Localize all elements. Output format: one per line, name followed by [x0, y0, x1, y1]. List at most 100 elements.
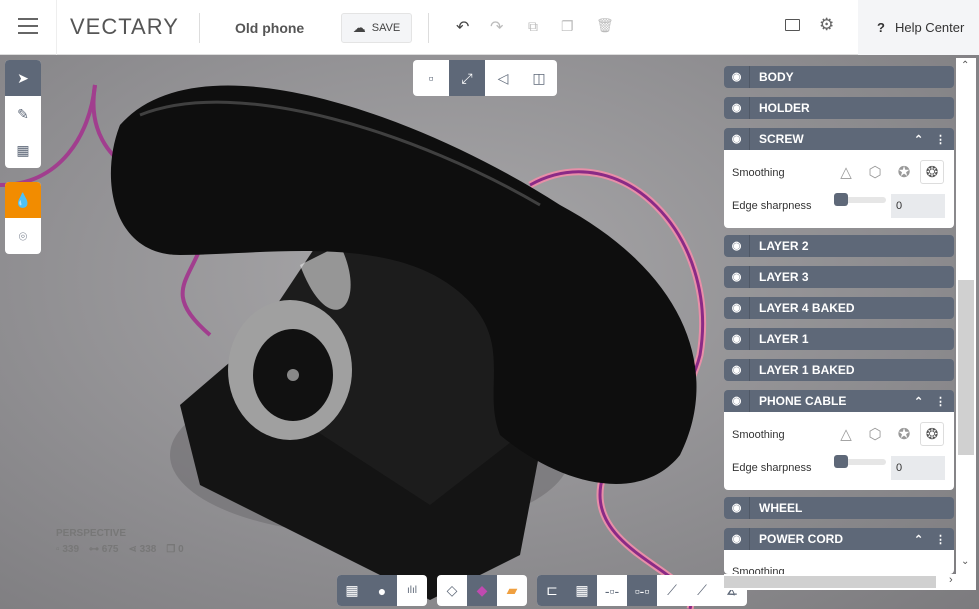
collapse-icon[interactable]: ⌃ [914, 533, 923, 546]
mesh-stats: ▫ 339 ⊶ 675 ⋖ 338 ❐ 0 [56, 544, 184, 555]
edge-sharpness-input[interactable]: 0 [891, 194, 945, 218]
eye-icon[interactable]: ◉ [724, 128, 750, 150]
faces-count: ▫ 339 [56, 544, 80, 555]
primitives-cube-icon[interactable]: ▦ [5, 132, 41, 168]
scroll-down-icon[interactable]: ⌄ [961, 556, 969, 567]
magnet-icon[interactable]: ⊏ [537, 575, 567, 606]
eye-icon[interactable]: ◉ [724, 266, 750, 288]
snap-grid-icon[interactable]: ▦ [567, 575, 597, 606]
pen-tool-icon[interactable]: ✎ [5, 96, 41, 132]
layer-layer-2[interactable]: ◉ LAYER 2 [724, 235, 954, 257]
scroll-up-icon[interactable]: ⌃ [961, 60, 969, 71]
collapse-icon[interactable]: ⌃ [914, 133, 923, 146]
shaded-icon[interactable]: ◆ [467, 575, 497, 606]
collapse-icon[interactable]: ⌃ [914, 395, 923, 408]
eye-icon[interactable]: ◉ [724, 97, 750, 119]
smoothing-none-icon[interactable]: △ [834, 422, 858, 446]
smoothing-high-icon[interactable]: ❂ [920, 160, 944, 184]
layer-screw-settings: Smoothing △ ⬡ ✪ ❂ Edge sharpness 0 [724, 150, 954, 228]
eye-icon[interactable]: ◉ [724, 528, 750, 550]
layer-layer-1-baked[interactable]: ◉ LAYER 1 BAKED [724, 359, 954, 381]
layer-layer-3[interactable]: ◉ LAYER 3 [724, 266, 954, 288]
vertical-scrollbar[interactable]: ⌃ ⌄ [956, 58, 976, 574]
scroll-thumb[interactable] [958, 280, 974, 455]
layer-body[interactable]: ◉ BODY [724, 66, 954, 88]
smoothing-low-icon[interactable]: ⬡ [863, 422, 887, 446]
more-icon[interactable]: ⋮ [935, 533, 946, 546]
redo-icon[interactable]: ↷ [490, 17, 503, 37]
eye-icon[interactable]: ◉ [724, 359, 750, 381]
more-icon[interactable]: ⋮ [935, 395, 946, 408]
layer-screw[interactable]: ◉ SCREW ⌃ ⋮ [724, 128, 954, 150]
grid-icon[interactable]: ▦ [337, 575, 367, 606]
edge-sharpness-slider[interactable] [834, 193, 886, 206]
horizontal-scrollbar[interactable]: › [724, 574, 976, 590]
smoothing-high-icon[interactable]: ❂ [920, 422, 944, 446]
eye-icon[interactable]: ◉ [724, 297, 750, 319]
eye-icon[interactable]: ◉ [724, 328, 750, 350]
layer-layer-1[interactable]: ◉ LAYER 1 [724, 328, 954, 350]
vertex-mode-icon[interactable]: ▫ [413, 60, 449, 96]
face-mode-icon[interactable]: ◁ [485, 60, 521, 96]
help-center-button[interactable]: ? Help Center [858, 0, 979, 55]
layer-layer-4-baked[interactable]: ◉ LAYER 4 BAKED [724, 297, 954, 319]
menu-icon[interactable] [18, 18, 38, 34]
edge-sharpness-slider[interactable] [834, 455, 886, 468]
snap-toolbar: ⊏ ▦ -▫- ▫-▫ ⟋ ⟋ ∡ [537, 575, 747, 606]
layer-wheel[interactable]: ◉ WHEEL [724, 497, 954, 519]
select-tool-icon[interactable]: ➤ [5, 60, 41, 96]
camera-label: PERSPECTIVE [56, 528, 127, 539]
edge-mode-icon[interactable]: ⤢ [449, 60, 485, 96]
layer-power-cord-settings: Smoothing [724, 550, 954, 574]
layer-holder[interactable]: ◉ HOLDER [724, 97, 954, 119]
monitor-icon[interactable] [785, 19, 800, 31]
more-icon[interactable]: ⋮ [935, 133, 946, 146]
duplicate-icon[interactable]: ⧉ [528, 18, 538, 35]
gear-icon[interactable]: ⚙ [819, 15, 834, 35]
material-drop-icon[interactable]: 💧 [5, 182, 41, 218]
smoothing-low-icon[interactable]: ⬡ [863, 160, 887, 184]
logo[interactable]: VECTARY [70, 14, 179, 40]
tool-palette: ➤ ✎ ▦ [5, 60, 41, 168]
snap-edge-icon[interactable]: ▫-▫ [627, 575, 657, 606]
snap-vertex-icon[interactable]: -▫- [597, 575, 627, 606]
snap-steps-icon[interactable]: ⟋ [687, 575, 717, 606]
scroll-thumb[interactable] [724, 576, 936, 588]
trash-icon[interactable]: 🗑 [596, 17, 614, 34]
render-mode-toolbar: ◇ ◆ ▰ [437, 575, 527, 606]
snap-midpoint-icon[interactable]: ⟋ [657, 575, 687, 606]
project-name[interactable]: Old phone [235, 20, 304, 36]
copy-icon[interactable]: ❐ [561, 18, 574, 35]
edges-count: ⊶ 675 [89, 544, 119, 555]
question-icon: ? [877, 20, 885, 35]
layer-phone-cable-settings: Smoothing △ ⬡ ✪ ❂ Edge sharpness 0 [724, 412, 954, 490]
eye-icon[interactable]: ◉ [724, 497, 750, 519]
smoothing-none-icon[interactable]: △ [834, 160, 858, 184]
cloud-upload-icon: ☁ [352, 20, 366, 35]
wireframe-icon[interactable]: ◇ [437, 575, 467, 606]
edge-sharpness-input[interactable]: 0 [891, 456, 945, 480]
layer-phone-cable[interactable]: ◉ PHONE CABLE ⌃ ⋮ [724, 390, 954, 412]
slider-knob[interactable] [834, 193, 848, 206]
flat-icon[interactable]: ▰ [497, 575, 527, 606]
material-palette: 💧 ⌾ [5, 182, 41, 254]
object-mode-icon[interactable]: ◫ [521, 60, 557, 96]
eye-icon[interactable]: ◉ [724, 235, 750, 257]
display-toolbar: ▦ ● ılıl [337, 575, 427, 606]
save-button[interactable]: ☁ SAVE [341, 13, 412, 43]
objects-count: ❐ 0 [166, 544, 184, 555]
scroll-right-icon[interactable]: › [949, 574, 953, 586]
light-icon[interactable]: ● [367, 575, 397, 606]
smoothing-medium-icon[interactable]: ✪ [892, 160, 916, 184]
ruler-icon[interactable]: ılıl [397, 575, 427, 606]
smoothing-medium-icon[interactable]: ✪ [892, 422, 916, 446]
undo-icon[interactable]: ↶ [456, 17, 469, 37]
layer-power-cord[interactable]: ◉ POWER CORD ⌃ ⋮ [724, 528, 954, 550]
top-bar: VECTARY Old phone ☁ SAVE ↶ ↷ ⧉ ❐ 🗑 ⚙ ? Hel… [0, 0, 979, 55]
focus-icon[interactable]: ⌾ [5, 218, 41, 254]
eye-icon[interactable]: ◉ [724, 390, 750, 412]
eye-icon[interactable]: ◉ [724, 66, 750, 88]
slider-knob[interactable] [834, 455, 848, 468]
selection-mode-bar: ▫ ⤢ ◁ ◫ [413, 60, 557, 96]
vertices-count: ⋖ 338 [128, 544, 157, 555]
